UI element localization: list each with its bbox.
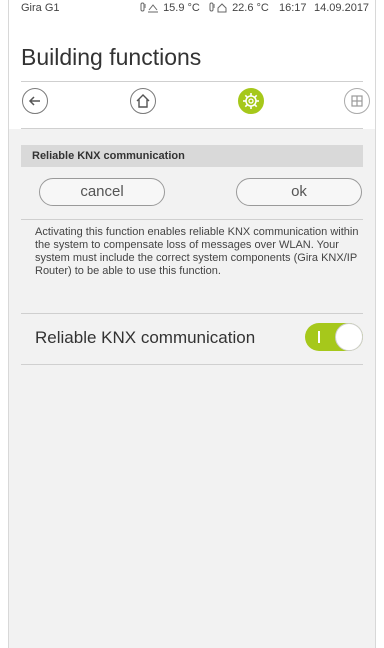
divider: [21, 128, 363, 129]
back-button[interactable]: [22, 88, 48, 114]
home-button[interactable]: [130, 88, 156, 114]
indoor-thermometer-icon: [209, 2, 227, 13]
divider: [21, 219, 363, 220]
indoor-temperature-value: 22.6 °C: [232, 2, 269, 14]
grid-icon: [351, 95, 363, 107]
toggle-knob: [335, 323, 363, 351]
clock-time: 16:17: [279, 2, 307, 14]
settings-gear-icon: [243, 93, 259, 109]
reliable-knx-toggle[interactable]: [305, 323, 363, 351]
ok-button[interactable]: ok: [236, 178, 362, 206]
clock-date: 14.09.2017: [314, 2, 370, 14]
screen-frame: Gira G1 15.9 °C 22.6 °C 16:17 14.09.2017…: [8, 0, 376, 648]
indoor-temperature: 22.6 °C: [209, 2, 269, 14]
page-title: Building functions: [21, 44, 202, 70]
status-bar: Gira G1 15.9 °C 22.6 °C 16:17 14.09.2017: [9, 0, 375, 22]
home-icon: [136, 94, 150, 108]
divider: [21, 313, 363, 314]
section-header: Reliable KNX communication: [21, 145, 363, 167]
cancel-button[interactable]: cancel: [39, 178, 165, 206]
device-name: Gira G1: [21, 2, 60, 14]
divider: [21, 81, 363, 82]
toggle-on-indicator: [318, 331, 320, 343]
navigation-bar: [9, 84, 375, 128]
grid-view-button[interactable]: [344, 88, 370, 114]
settings-button[interactable]: [238, 88, 264, 114]
back-arrow-icon: [28, 96, 40, 106]
divider: [21, 364, 363, 365]
outdoor-thermometer-icon: [140, 2, 158, 13]
setting-label: Reliable KNX communication: [35, 328, 256, 347]
description-text: Activating this function enables reliabl…: [35, 226, 359, 277]
outdoor-temperature: 15.9 °C: [140, 2, 200, 14]
outdoor-temperature-value: 15.9 °C: [163, 2, 200, 14]
